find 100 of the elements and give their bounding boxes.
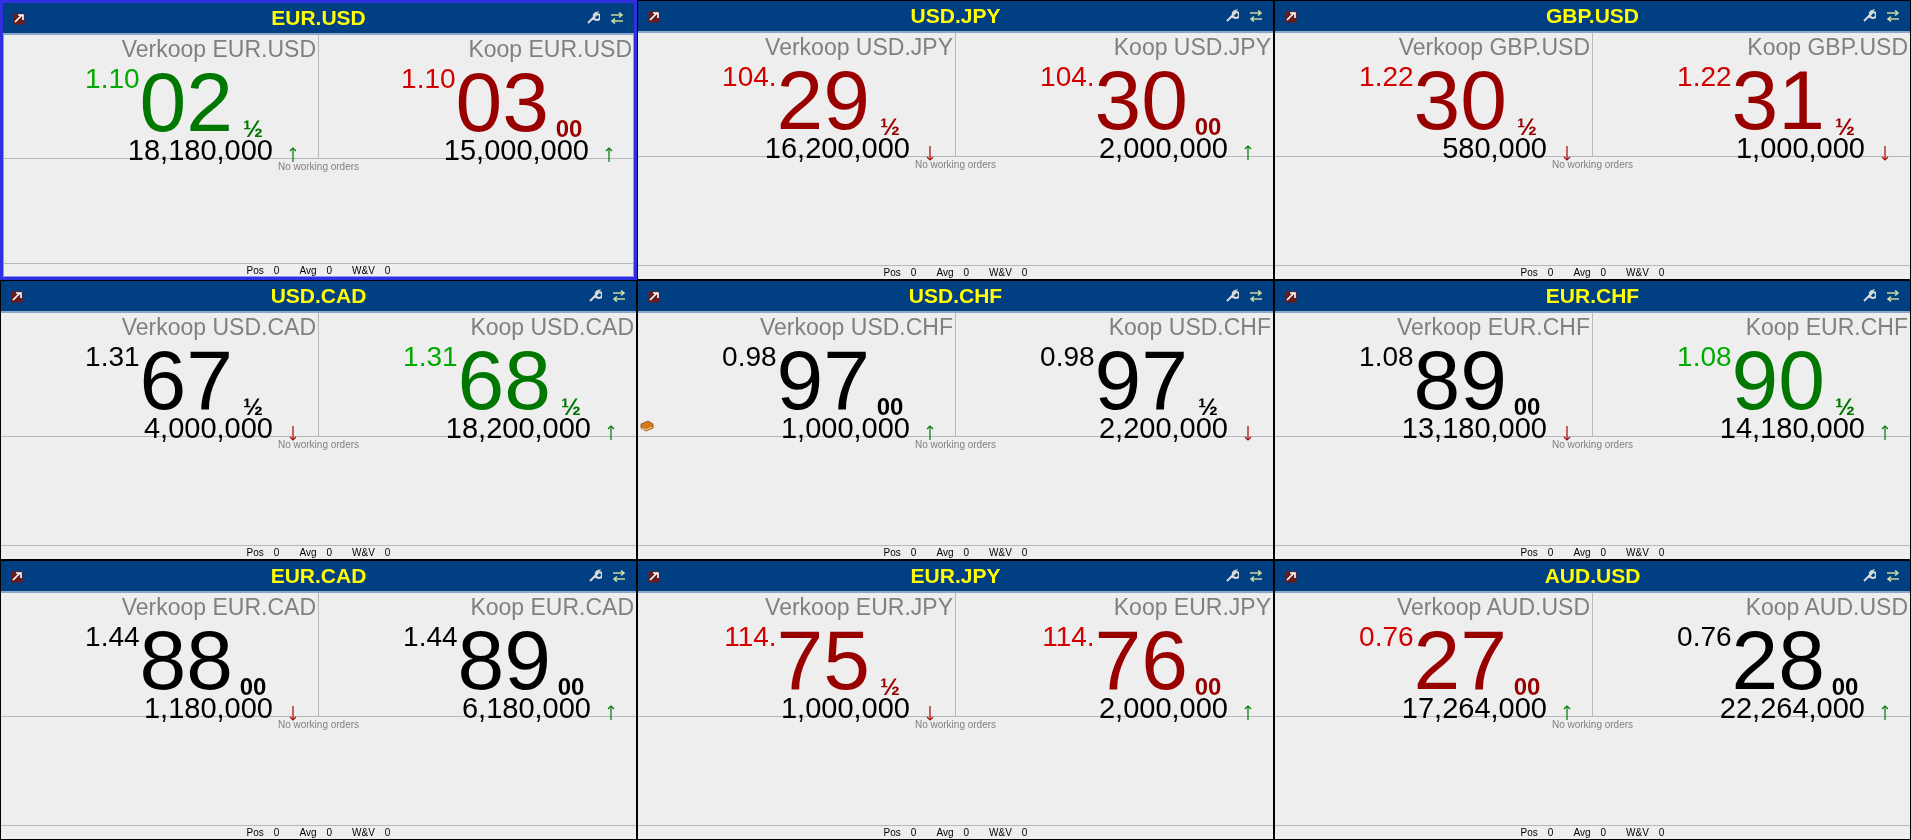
orders-status: No working orders — [277, 718, 360, 732]
wrench-icon[interactable] — [588, 569, 602, 583]
price-prefix: 1.44 — [403, 623, 458, 651]
footer-label: W&V — [352, 264, 375, 277]
footer-label: Pos — [1520, 266, 1538, 279]
swap-arrows-icon[interactable] — [1249, 570, 1263, 582]
swap-arrows-icon[interactable] — [1886, 10, 1900, 22]
footer-label: Pos — [246, 546, 264, 559]
panel-title: USD.CAD — [270, 284, 367, 308]
footer-value: 0 — [326, 264, 333, 277]
footer-value: 0 — [273, 826, 280, 839]
price-prefix: 1.22 — [1359, 63, 1414, 91]
footer-label: Avg — [1573, 546, 1591, 559]
app-icon[interactable] — [648, 291, 660, 303]
quote-label: Koop USD.JPY — [1112, 33, 1272, 59]
wrench-icon[interactable] — [1225, 9, 1239, 23]
price-pips: 67 — [139, 347, 233, 413]
price-pips: 31 — [1731, 67, 1825, 133]
swap-arrows-icon[interactable] — [1886, 570, 1900, 582]
footer-value: 0 — [384, 546, 391, 559]
app-icon[interactable] — [11, 291, 23, 303]
panel-title: EUR.CHF — [1545, 284, 1640, 308]
footer-value: 0 — [963, 826, 970, 839]
price-pips: 75 — [776, 627, 870, 693]
footer-label: W&V — [352, 546, 375, 559]
price-pips: 90 — [1731, 347, 1825, 413]
price-pips: 30 — [1094, 67, 1188, 133]
price-prefix: 1.44 — [85, 623, 140, 651]
price-fraction: 00 — [1194, 115, 1222, 139]
footer-value: 0 — [1547, 266, 1554, 279]
price-fraction: ½ — [1835, 115, 1855, 139]
panel-title: GBP.USD — [1546, 4, 1639, 28]
quote-label: Verkoop USD.CAD — [120, 313, 317, 339]
app-icon[interactable] — [1285, 291, 1297, 303]
footer-value: 0 — [273, 264, 280, 277]
footer-label: W&V — [1626, 266, 1649, 279]
swap-arrows-icon[interactable] — [612, 570, 626, 582]
orders-status: No working orders — [1551, 438, 1634, 452]
app-icon[interactable] — [648, 571, 660, 583]
footer-label: W&V — [1626, 546, 1649, 559]
footer-value: 0 — [910, 546, 917, 559]
price-pips: 30 — [1413, 67, 1507, 133]
quote-label: Verkoop EUR.USD — [120, 35, 317, 61]
price-prefix: 104. — [722, 63, 777, 91]
price-prefix: 0.76 — [1359, 623, 1414, 651]
swap-arrows-icon[interactable] — [610, 12, 624, 24]
wrench-icon[interactable] — [1862, 289, 1876, 303]
price-fraction: 00 — [555, 117, 583, 141]
quote-label: Koop GBP.USD — [1746, 33, 1909, 59]
footer-label: Avg — [299, 546, 317, 559]
wrench-icon[interactable] — [1225, 289, 1239, 303]
quote-label: Verkoop GBP.USD — [1397, 33, 1591, 59]
orders-status: No working orders — [914, 718, 997, 732]
quote-label: Verkoop USD.CHF — [759, 313, 954, 339]
footer-value: 0 — [326, 546, 333, 559]
footer-label: Avg — [1573, 266, 1591, 279]
price-fraction: ½ — [561, 395, 581, 419]
price-fraction: 00 — [239, 675, 267, 699]
price-fraction: ½ — [880, 115, 900, 139]
app-icon[interactable] — [11, 571, 23, 583]
wrench-icon[interactable] — [1862, 569, 1876, 583]
quote-label: Verkoop EUR.CAD — [120, 593, 317, 619]
quote-label: Koop AUD.USD — [1744, 593, 1909, 619]
footer-value: 0 — [1021, 826, 1028, 839]
wrench-icon[interactable] — [1862, 9, 1876, 23]
footer-label: Avg — [936, 546, 954, 559]
quote-label: Verkoop USD.JPY — [764, 33, 954, 59]
footer-label: W&V — [1626, 826, 1649, 839]
app-icon[interactable] — [1285, 11, 1297, 23]
swap-arrows-icon[interactable] — [1886, 290, 1900, 302]
quote-label: Koop EUR.CHF — [1744, 313, 1909, 339]
panel-title: EUR.JPY — [910, 564, 1001, 588]
app-icon[interactable] — [1285, 571, 1297, 583]
price-pips: 97 — [1094, 347, 1188, 413]
price-prefix: 104. — [1040, 63, 1095, 91]
app-icon[interactable] — [13, 13, 25, 25]
price-fraction: 00 — [876, 395, 904, 419]
orders-status: No working orders — [277, 438, 360, 452]
price-prefix: 1.22 — [1677, 63, 1732, 91]
swap-arrows-icon[interactable] — [1249, 10, 1263, 22]
wrench-icon[interactable] — [1225, 569, 1239, 583]
price-fraction: ½ — [243, 395, 263, 419]
price-prefix: 1.31 — [403, 343, 458, 371]
swap-arrows-icon[interactable] — [1249, 290, 1263, 302]
app-icon[interactable] — [648, 11, 660, 23]
price-fraction: ½ — [243, 117, 263, 141]
footer-label: Pos — [883, 826, 901, 839]
orders-status: No working orders — [277, 160, 360, 174]
wrench-icon[interactable] — [588, 289, 602, 303]
footer-value: 0 — [273, 546, 280, 559]
wrench-icon[interactable] — [586, 11, 600, 25]
footer-label: Pos — [1520, 826, 1538, 839]
footer-label: Avg — [299, 826, 317, 839]
price-prefix: 1.10 — [85, 65, 140, 93]
quote-label: Koop EUR.USD — [467, 35, 633, 61]
book-icon[interactable] — [640, 420, 654, 432]
panel-title: AUD.USD — [1544, 564, 1641, 588]
price-fraction: 00 — [1831, 675, 1859, 699]
swap-arrows-icon[interactable] — [612, 290, 626, 302]
price-fraction: 00 — [1513, 675, 1541, 699]
